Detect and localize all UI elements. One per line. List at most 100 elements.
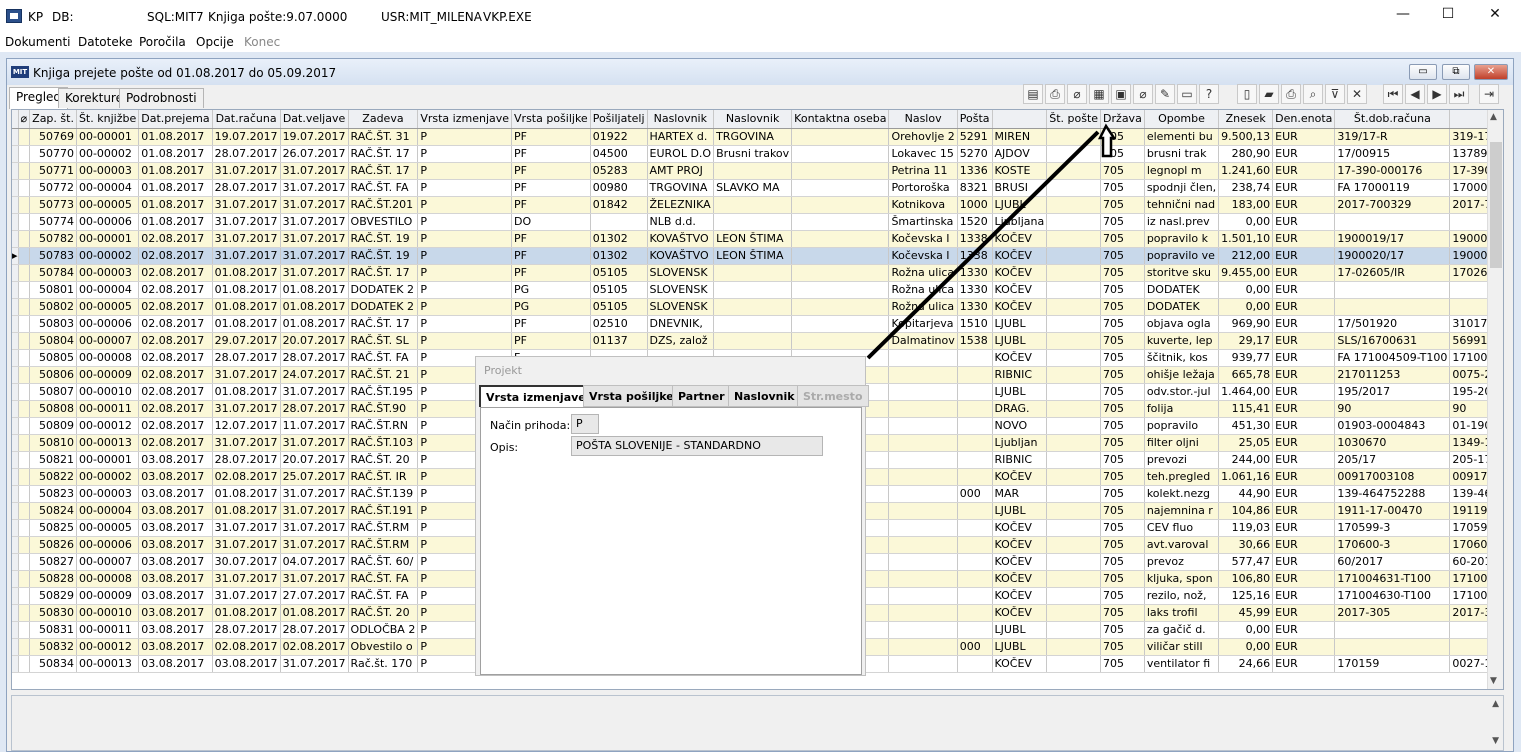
next-record-icon[interactable]: ▶ bbox=[1427, 84, 1447, 104]
minimize-button[interactable]: — bbox=[1388, 6, 1418, 26]
column-header[interactable]: Opombe bbox=[1144, 110, 1220, 129]
tab-partner[interactable]: Partner bbox=[672, 385, 731, 407]
column-header[interactable]: Znesek bbox=[1218, 110, 1274, 129]
table-cell: 00-00013 bbox=[76, 655, 140, 673]
table-cell: 24,66 bbox=[1218, 655, 1274, 673]
table-row[interactable]: 50769 00-00001 01.08.2017 19.07.2017 19.07.2… bbox=[12, 128, 1503, 146]
table-cell: 02.08.2017 bbox=[212, 468, 281, 486]
nacin-prihoda-field[interactable]: P bbox=[571, 414, 599, 434]
child-restore-button[interactable]: ⧉ bbox=[1442, 64, 1470, 80]
last-record-icon[interactable]: ⏭ bbox=[1449, 84, 1469, 104]
column-header[interactable]: Vrsta izmenjave bbox=[417, 110, 513, 129]
column-header[interactable]: Kontaktna oseba bbox=[791, 110, 890, 129]
menu-porocila[interactable]: Poročila bbox=[139, 35, 186, 49]
column-header[interactable]: Den.enota bbox=[1272, 110, 1336, 129]
column-header[interactable]: Država bbox=[1100, 110, 1145, 129]
open-folder-icon[interactable]: ▰ bbox=[1259, 84, 1279, 104]
child-minimize-button[interactable]: ▭ bbox=[1409, 64, 1437, 80]
opis-field[interactable]: POŠTA SLOVENIJE - STANDARDNO bbox=[571, 436, 823, 456]
table-cell: 238,74 bbox=[1218, 179, 1274, 197]
column-header[interactable]: Dat.računa bbox=[212, 110, 281, 129]
scroll-up-icon[interactable]: ▲ bbox=[1490, 112, 1497, 122]
tab-podrobnosti[interactable]: Podrobnosti bbox=[119, 88, 204, 108]
column-header[interactable]: Pošta bbox=[957, 110, 993, 129]
column-header[interactable]: Pošiljatelj bbox=[590, 110, 648, 129]
tab-vrsta-posiljke[interactable]: Vrsta pošiljke bbox=[583, 385, 680, 407]
scan-icon[interactable]: ⎙ bbox=[1045, 84, 1065, 104]
table-cell bbox=[888, 417, 958, 435]
delete-icon[interactable]: ✕ bbox=[1347, 84, 1367, 104]
column-header[interactable]: Št. pošte bbox=[1046, 110, 1102, 129]
table-cell: KOČEV bbox=[992, 587, 1048, 605]
table-row[interactable]: 50771 00-00003 01.08.2017 31.07.2017 31.07.2… bbox=[12, 162, 1503, 180]
menu-datoteke[interactable]: Datoteke bbox=[78, 35, 133, 49]
table-cell: 28.07.2017 bbox=[212, 621, 281, 639]
print-icon[interactable]: ⎙ bbox=[1281, 84, 1301, 104]
tab-vrsta-izmenjave[interactable]: Vrsta izmenjave bbox=[479, 385, 593, 407]
exit-icon[interactable]: ⇥ bbox=[1479, 84, 1499, 104]
scroll-down-icon[interactable]: ▼ bbox=[1490, 676, 1497, 686]
help-icon[interactable]: ? bbox=[1199, 84, 1219, 104]
column-header[interactable]: Naslovnik bbox=[713, 110, 793, 129]
search-icon[interactable]: ⌕ bbox=[1303, 84, 1323, 104]
table-cell: 705 bbox=[1100, 570, 1145, 588]
table-row[interactable]: 50801 00-00004 02.08.2017 01.08.2017 01.08.2… bbox=[12, 281, 1503, 299]
table-cell bbox=[713, 213, 793, 231]
vertical-scroll-thumb[interactable] bbox=[1490, 142, 1502, 268]
column-header[interactable]: Zap. št. bbox=[29, 110, 77, 129]
panel-scroll-up-icon[interactable]: ▲ bbox=[1492, 699, 1499, 709]
paperclip-icon[interactable]: ⌀ bbox=[1133, 84, 1153, 104]
table-cell: Kopitarjeva bbox=[888, 315, 958, 333]
column-header[interactable]: Dat.prejema bbox=[138, 110, 213, 129]
table-row[interactable]: 50784 00-00003 02.08.2017 01.08.2017 31.07.2… bbox=[12, 264, 1503, 282]
table-cell: 1.061,16 bbox=[1218, 468, 1274, 486]
row-indicator[interactable]: ▸ bbox=[12, 247, 19, 265]
table-cell: 17-02605/IR bbox=[1334, 264, 1451, 282]
column-header[interactable]: Št. knjižbe bbox=[76, 110, 140, 129]
menu-dokumenti[interactable]: Dokumenti bbox=[5, 35, 70, 49]
table-row[interactable]: 50773 00-00005 01.08.2017 31.07.2017 31.07.2… bbox=[12, 196, 1503, 214]
monitor-icon[interactable]: ▭ bbox=[1177, 84, 1197, 104]
column-header[interactable]: Zadeva bbox=[348, 110, 419, 129]
column-header[interactable] bbox=[992, 110, 1048, 129]
menu-konec[interactable]: Konec bbox=[244, 35, 280, 49]
calendar-icon[interactable]: ▦ bbox=[1089, 84, 1109, 104]
pen-icon[interactable]: ✎ bbox=[1155, 84, 1175, 104]
table-cell: PF bbox=[511, 179, 591, 197]
menu-opcije[interactable]: Opcije bbox=[196, 35, 234, 49]
table-cell: RAČ.ŠT. 17 bbox=[348, 315, 419, 333]
table-row[interactable]: 50770 00-00002 01.08.2017 28.07.2017 26.07.2… bbox=[12, 145, 1503, 163]
table-cell: brusni trak bbox=[1144, 145, 1220, 163]
table-row[interactable]: ▸ 50783 00-00002 02.08.2017 31.07.2017 31.07.… bbox=[12, 247, 1503, 265]
attachment-icon[interactable]: ⌀ bbox=[18, 110, 31, 129]
table-row[interactable]: 50772 00-00004 01.08.2017 28.07.2017 31.07.2… bbox=[12, 179, 1503, 197]
column-header[interactable]: Naslovnik bbox=[647, 110, 715, 129]
page-icon[interactable]: ▤ bbox=[1023, 84, 1043, 104]
layout-icon[interactable]: ▣ bbox=[1111, 84, 1131, 104]
first-record-icon[interactable]: ⏮ bbox=[1383, 84, 1403, 104]
table-cell: 01.08.2017 bbox=[138, 162, 213, 180]
table-cell: 577,47 bbox=[1218, 553, 1274, 571]
close-button[interactable]: ✕ bbox=[1480, 6, 1510, 26]
table-row[interactable]: 50804 00-00007 02.08.2017 29.07.2017 20.07.2… bbox=[12, 332, 1503, 350]
tab-projekt[interactable]: Projekt bbox=[484, 364, 522, 377]
child-close-button[interactable]: ✕ bbox=[1474, 64, 1508, 80]
tab-str-mesto[interactable]: Str.mesto bbox=[797, 385, 869, 407]
table-row[interactable]: 50782 00-00001 02.08.2017 31.07.2017 31.07.2… bbox=[12, 230, 1503, 248]
filter-icon[interactable]: ⊽ bbox=[1325, 84, 1345, 104]
table-row[interactable]: 50774 00-00006 01.08.2017 31.07.2017 31.07.2… bbox=[12, 213, 1503, 231]
column-header[interactable]: Dat.veljave bbox=[280, 110, 349, 129]
panel-scroll-down-icon[interactable]: ▼ bbox=[1492, 736, 1499, 746]
column-header[interactable]: Vrsta pošiljke bbox=[511, 110, 591, 129]
table-row[interactable]: 50803 00-00006 02.08.2017 01.08.2017 01.08.2… bbox=[12, 315, 1503, 333]
table-cell: 00-00011 bbox=[76, 400, 140, 418]
tab-naslovnik[interactable]: Naslovnik bbox=[728, 385, 801, 407]
column-header[interactable]: Št.dob.računa bbox=[1334, 110, 1451, 129]
vertical-scrollbar[interactable]: ▲ ▼ bbox=[1487, 110, 1503, 689]
new-document-icon[interactable]: ▯ bbox=[1237, 84, 1257, 104]
table-row[interactable]: 50802 00-00005 02.08.2017 01.08.2017 01.08.2… bbox=[12, 298, 1503, 316]
previous-record-icon[interactable]: ◀ bbox=[1405, 84, 1425, 104]
attach-icon[interactable]: ⌀ bbox=[1067, 84, 1087, 104]
column-header[interactable]: Naslov bbox=[888, 110, 958, 129]
maximize-button[interactable]: ☐ bbox=[1433, 6, 1463, 26]
